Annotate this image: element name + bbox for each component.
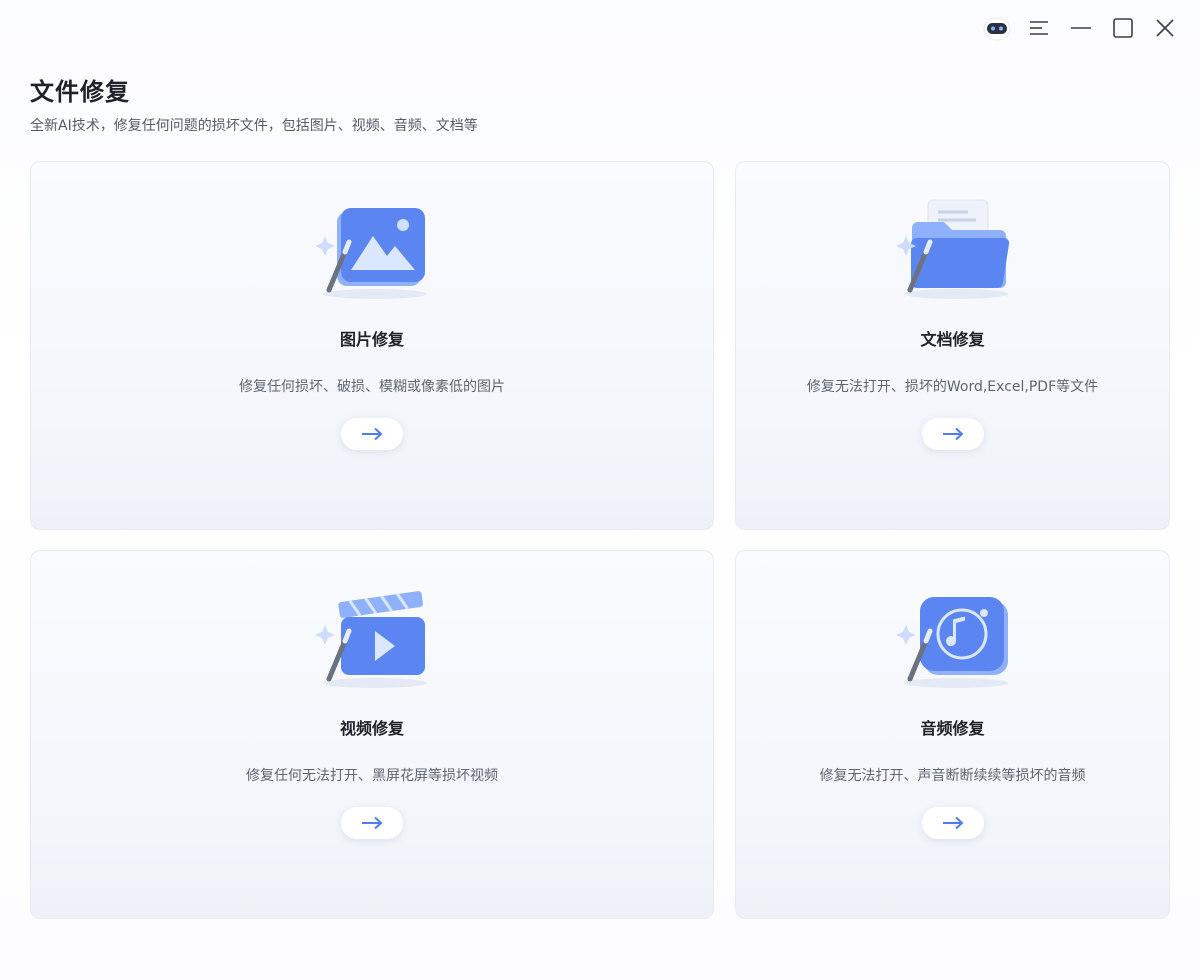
arrow-right-icon xyxy=(362,816,383,830)
card-description: 修复任何无法打开、黑屏花屏等损坏视频 xyxy=(246,768,498,784)
maximize-icon[interactable] xyxy=(1102,12,1144,44)
window-controls xyxy=(976,12,1186,44)
page-title: 文件修复 xyxy=(30,78,130,106)
audio-repair-card[interactable]: 音频修复 修复无法打开、声音断断续续等损坏的音频 xyxy=(735,550,1170,919)
close-icon[interactable] xyxy=(1144,12,1186,44)
card-title: 图片修复 xyxy=(339,330,404,349)
arrow-right-icon xyxy=(942,427,963,441)
menu-icon[interactable] xyxy=(1018,12,1060,44)
go-button[interactable] xyxy=(921,807,984,839)
image-repair-card[interactable]: 图片修复 修复任何损坏、破损、模糊或像素低的图片 xyxy=(30,161,714,530)
card-title: 文档修复 xyxy=(920,330,985,349)
arrow-right-icon xyxy=(942,816,963,830)
card-title: 视频修复 xyxy=(339,719,404,738)
arrow-right-icon xyxy=(362,427,383,441)
minimize-icon[interactable] xyxy=(1060,12,1102,44)
go-button[interactable] xyxy=(341,807,403,839)
document-repair-card[interactable]: 文档修复 修复无法打开、损坏的Word,Excel,PDF等文件 xyxy=(735,161,1170,530)
video-repair-icon xyxy=(307,587,437,697)
go-button[interactable] xyxy=(341,418,403,450)
go-button[interactable] xyxy=(921,418,984,450)
card-description: 修复任何损坏、破损、模糊或像素低的图片 xyxy=(239,379,505,395)
video-repair-card[interactable]: 视频修复 修复任何无法打开、黑屏花屏等损坏视频 xyxy=(30,550,714,919)
app-window: 文件修复 全新AI技术，修复任何问题的损坏文件，包括图片、视频、音频、文档等 图… xyxy=(0,0,1200,980)
card-title: 音频修复 xyxy=(920,719,985,738)
image-repair-icon xyxy=(307,198,437,308)
robot-assistant-icon[interactable] xyxy=(976,12,1018,44)
card-description: 修复无法打开、损坏的Word,Excel,PDF等文件 xyxy=(806,379,1099,395)
document-repair-icon xyxy=(888,198,1018,308)
page-subtitle: 全新AI技术，修复任何问题的损坏文件，包括图片、视频、音频、文档等 xyxy=(30,118,478,134)
audio-repair-icon xyxy=(888,587,1018,697)
card-description: 修复无法打开、声音断断续续等损坏的音频 xyxy=(819,768,1086,784)
